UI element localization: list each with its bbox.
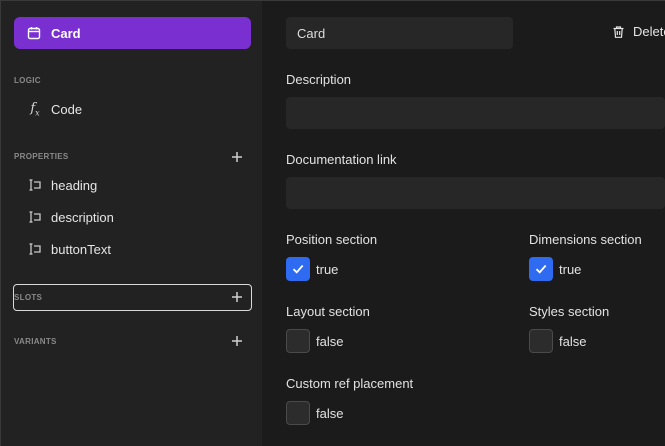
slots-section[interactable] (13, 284, 252, 311)
trash-icon (612, 25, 624, 38)
sidebar: Card LOGIC fx Code PROPERTIES heading de… (1, 1, 262, 446)
description-input[interactable] (286, 97, 665, 129)
text-prop-icon (27, 209, 43, 225)
position-section-checkbox[interactable] (286, 257, 310, 281)
text-prop-icon (27, 241, 43, 257)
layout-section-checkbox[interactable] (286, 329, 310, 353)
custom-ref-placement-checkbox[interactable] (286, 401, 310, 425)
section-title-logic: LOGIC (14, 76, 41, 85)
function-icon: fx (30, 100, 40, 118)
layout-section-value: false (316, 334, 344, 349)
sidebar-item-label: description (51, 209, 114, 225)
styles-section-label: Styles section (529, 304, 610, 319)
component-item-card[interactable]: Card (14, 17, 251, 49)
section-title-slots: SLOTS (14, 293, 43, 302)
dimensions-section-label: Dimensions section (529, 232, 642, 247)
calendar-card-icon (26, 25, 42, 41)
sidebar-item-label: heading (51, 177, 98, 193)
component-item-label: Card (51, 25, 81, 41)
position-section-value: true (316, 262, 339, 277)
sidebar-item-heading[interactable]: heading (27, 175, 97, 195)
custom-ref-placement-value: false (316, 406, 344, 421)
dimensions-section-value: true (559, 262, 582, 277)
position-section-label: Position section (286, 232, 378, 247)
styles-section-value: false (559, 334, 587, 349)
dimensions-section-checkbox[interactable] (529, 257, 553, 281)
styles-section-checkbox[interactable] (529, 329, 553, 353)
add-property-button[interactable] (230, 150, 244, 164)
text-prop-icon (27, 177, 43, 193)
delete-button[interactable]: Delete (612, 24, 665, 39)
add-slot-button[interactable] (230, 290, 244, 304)
layout-section-label: Layout section (286, 304, 370, 319)
sidebar-item-code[interactable]: fx Code (27, 99, 82, 119)
sidebar-item-label: Code (51, 101, 83, 117)
documentation-link-label: Documentation link (286, 152, 397, 167)
description-label: Description (286, 72, 352, 87)
check-icon (535, 264, 547, 274)
documentation-link-input[interactable] (286, 177, 665, 209)
add-variant-button[interactable] (230, 334, 244, 348)
sidebar-item-buttontext[interactable]: buttonText (27, 239, 111, 259)
check-icon (292, 264, 304, 274)
delete-label: Delete (633, 24, 665, 39)
sidebar-item-description[interactable]: description (27, 207, 114, 227)
component-name-input[interactable]: Card (286, 17, 513, 49)
section-title-variants: VARIANTS (14, 337, 57, 346)
section-title-properties: PROPERTIES (14, 152, 69, 161)
sidebar-item-label: buttonText (51, 241, 111, 257)
custom-ref-placement-label: Custom ref placement (286, 376, 414, 391)
